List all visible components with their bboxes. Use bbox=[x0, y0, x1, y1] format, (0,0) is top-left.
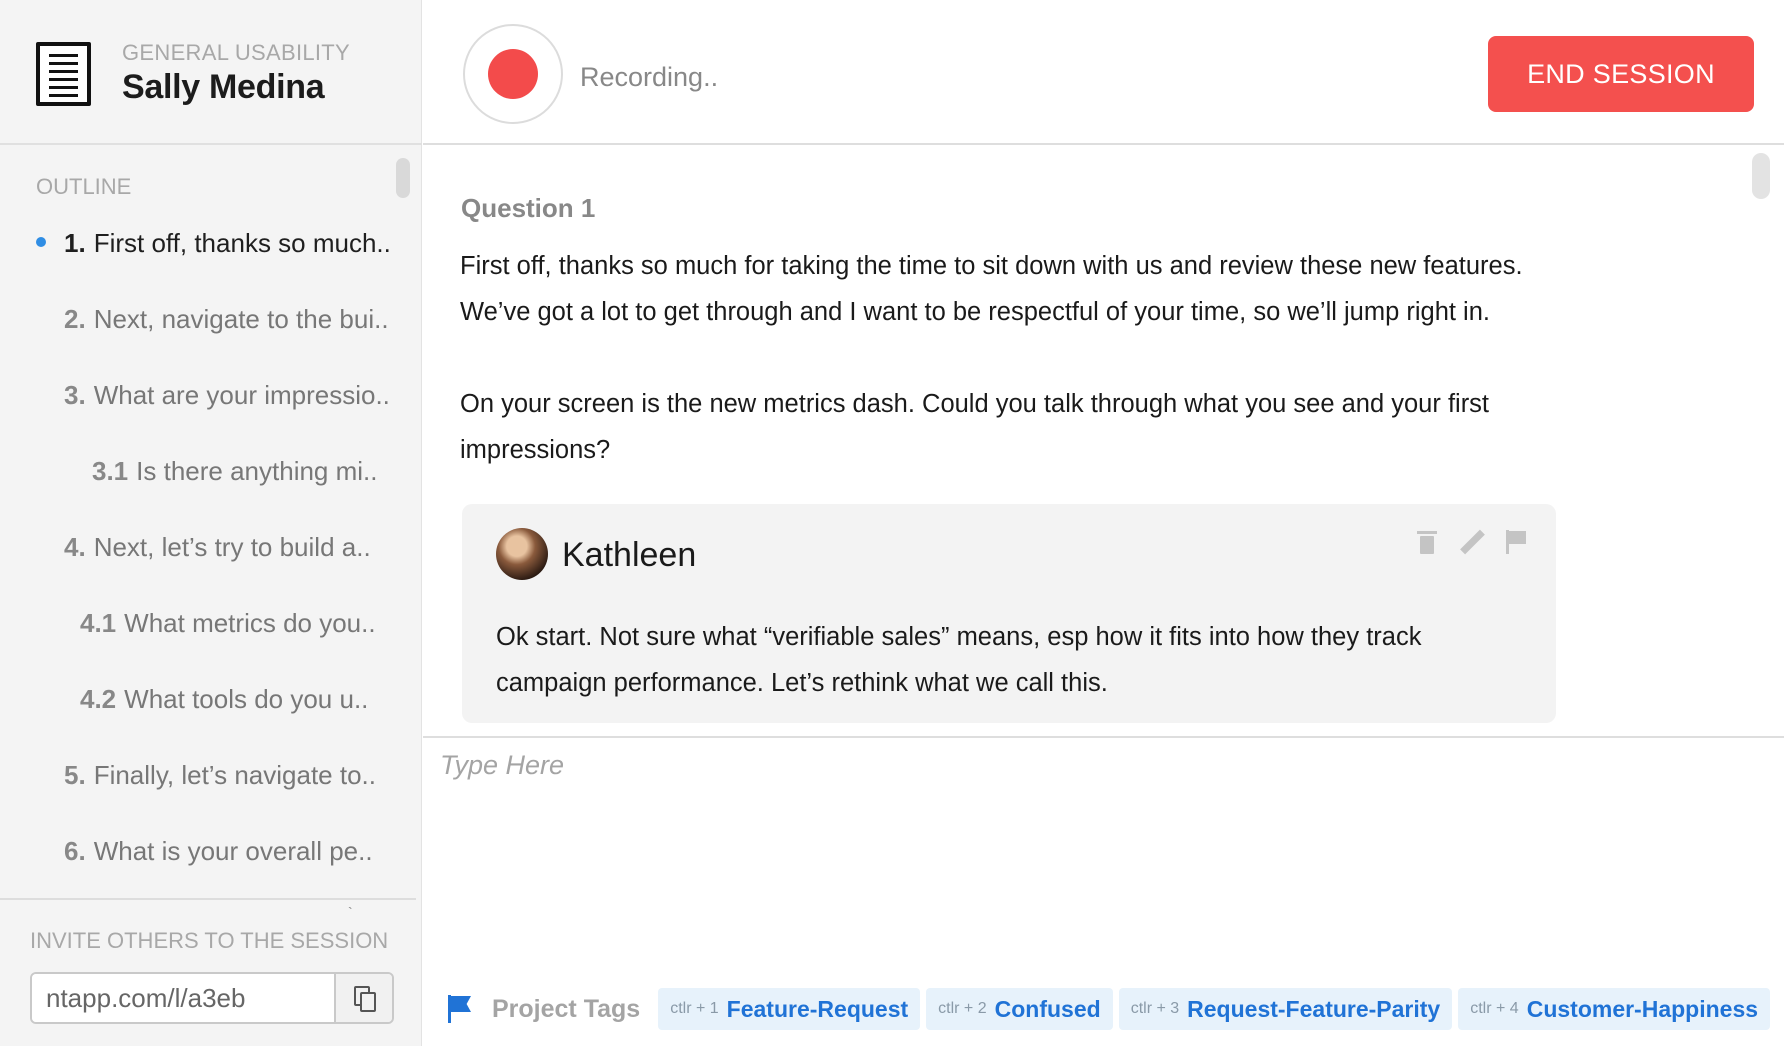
invite-label: INVITE OTHERS TO THE SESSION bbox=[30, 928, 389, 953]
outline-item-number: 3.1 bbox=[92, 456, 129, 486]
record-button[interactable] bbox=[463, 24, 563, 124]
outline-item-text: What are your impressio.. bbox=[93, 380, 390, 410]
tag-label: Feature-Request bbox=[726, 995, 909, 1022]
pencil-icon[interactable] bbox=[1458, 528, 1485, 556]
avatar bbox=[496, 528, 548, 580]
note-actions bbox=[1414, 528, 1528, 556]
flag-icon bbox=[446, 995, 472, 1023]
outline-item-text: Next, navigate to the bui.. bbox=[93, 304, 389, 334]
copy-link-button[interactable] bbox=[334, 974, 392, 1022]
trash-icon[interactable] bbox=[1414, 528, 1440, 556]
outline-item-text: What tools do you u.. bbox=[124, 684, 369, 714]
flag-icon[interactable] bbox=[1502, 528, 1528, 556]
question-text: First off, thanks so much for taking the… bbox=[460, 243, 1560, 473]
study-category: GENERAL USABILITY bbox=[122, 40, 351, 65]
tag-shortcut: ctlr + 1 bbox=[670, 1000, 719, 1017]
outline-item-number: 5. bbox=[64, 760, 86, 790]
outline-item-number: 4.1 bbox=[80, 608, 117, 638]
record-dot-icon bbox=[488, 49, 538, 99]
invite-link-field[interactable] bbox=[32, 974, 334, 1022]
tag-label: Customer-Happiness bbox=[1526, 995, 1759, 1022]
document-icon bbox=[36, 42, 91, 106]
outline-item-1[interactable]: 1. First off, thanks so much.. bbox=[64, 228, 391, 259]
session-toolbar: Recording.. END SESSION bbox=[423, 0, 1784, 145]
transcript-panel: Question 1 First off, thanks so much for… bbox=[423, 147, 1784, 736]
tag-confused[interactable]: ctlr + 2 Confused bbox=[926, 988, 1113, 1030]
outline-item-5[interactable]: 5. Finally, let’s navigate to.. bbox=[64, 760, 376, 791]
outline-item-number: 3. bbox=[64, 380, 86, 410]
outline-item-number: 6. bbox=[64, 836, 86, 866]
outline-item-text: What is your overall pe.. bbox=[93, 836, 373, 866]
outline-item-4-2[interactable]: 4.2 What tools do you u.. bbox=[80, 684, 368, 715]
session-header: GENERAL USABILITY Sally Medina bbox=[0, 0, 422, 145]
note-input[interactable] bbox=[440, 750, 1740, 950]
outline-item-3-1[interactable]: 3.1 Is there anything mi.. bbox=[92, 456, 378, 487]
tag-label: Confused bbox=[994, 995, 1101, 1022]
tag-label: Request-Feature-Parity bbox=[1187, 995, 1441, 1022]
outline-item-text: Is there anything mi.. bbox=[136, 456, 378, 486]
compose-divider bbox=[423, 736, 1784, 738]
note-text: Ok start. Not sure what “verifiable sale… bbox=[496, 623, 1422, 697]
outline-item-4-1[interactable]: 4.1 What metrics do you.. bbox=[80, 608, 376, 639]
outline-item-6[interactable]: 6. What is your overall pe.. bbox=[64, 836, 373, 867]
tag-customer-happiness[interactable]: ctlr + 4 Customer-Happiness bbox=[1458, 988, 1771, 1030]
tiny-mark: ` bbox=[348, 904, 353, 920]
sidebar-divider bbox=[0, 898, 416, 900]
outline-label: OUTLINE bbox=[36, 174, 132, 199]
invite-link-box bbox=[30, 972, 394, 1024]
tag-request-feature-parity[interactable]: ctlr + 3 Request-Feature-Parity bbox=[1118, 988, 1453, 1030]
outline-item-text: Finally, let’s navigate to.. bbox=[93, 760, 376, 790]
outline-item-text: Next, let’s try to build a.. bbox=[93, 532, 371, 562]
transcript-scrollbar[interactable] bbox=[1752, 153, 1770, 199]
tag-feature-request[interactable]: ctlr + 1 Feature-Request bbox=[658, 988, 921, 1030]
outline-item-number: 4. bbox=[64, 532, 86, 562]
outline-item-4[interactable]: 4. Next, let’s try to build a.. bbox=[64, 532, 371, 563]
question-paragraph: On your screen is the new metrics dash. … bbox=[460, 390, 1490, 464]
outline-item-text: What metrics do you.. bbox=[124, 608, 376, 638]
outline-item-2[interactable]: 2. Next, navigate to the bui.. bbox=[64, 304, 389, 335]
outline-item-number: 2. bbox=[64, 304, 86, 334]
tag-shortcut: ctlr + 3 bbox=[1130, 1000, 1180, 1017]
participant-name: Sally Medina bbox=[122, 68, 325, 106]
outline-item-3[interactable]: 3. What are your impressio.. bbox=[64, 380, 390, 411]
copy-icon-front bbox=[360, 992, 376, 1012]
sidebar: GENERAL USABILITY Sally Medina OUTLINE 1… bbox=[0, 0, 422, 1046]
project-tags-bar: Project Tags ctlr + 1 Feature-Request ct… bbox=[446, 988, 1776, 1030]
outline-item-text: First off, thanks so much.. bbox=[93, 228, 391, 258]
active-indicator-dot bbox=[36, 237, 46, 247]
question-paragraph: First off, thanks so much for taking the… bbox=[460, 252, 1523, 326]
outline-item-number: 1. bbox=[64, 228, 86, 258]
end-session-button[interactable]: END SESSION bbox=[1488, 36, 1754, 112]
note-card: Kathleen Ok start. Not sure what “verifi… bbox=[462, 504, 1556, 723]
tag-shortcut: ctlr + 4 bbox=[1470, 1000, 1519, 1017]
outline-item-number: 4.2 bbox=[80, 684, 117, 714]
recording-status: Recording.. bbox=[580, 62, 719, 92]
project-tags-label: Project Tags bbox=[492, 994, 641, 1023]
question-title: Question 1 bbox=[461, 193, 596, 223]
tag-shortcut: ctlr + 2 bbox=[938, 1000, 987, 1017]
sidebar-scrollbar[interactable] bbox=[396, 158, 410, 198]
note-author: Kathleen bbox=[562, 536, 697, 574]
